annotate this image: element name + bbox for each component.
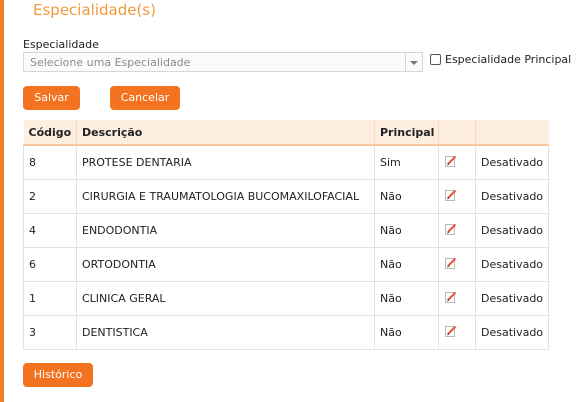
edit-icon[interactable] xyxy=(444,256,458,273)
cell-descricao: ORTODONTIA xyxy=(76,247,375,282)
edit-icon[interactable] xyxy=(444,290,458,307)
cell-principal: Não xyxy=(374,281,439,316)
cell-descricao: CLINICA GERAL xyxy=(76,281,375,316)
table-body: 8 PROTESE DENTARIA Sim Desativado 2 CIRURGIA … xyxy=(23,145,549,350)
section-title: Especialidade(s) xyxy=(33,1,156,19)
cell-codigo: 4 xyxy=(23,213,77,248)
cell-codigo: 2 xyxy=(23,179,77,214)
especialidade-select[interactable]: Selecione uma Especialidade xyxy=(23,52,423,72)
cell-principal: Não xyxy=(374,247,439,282)
history-button[interactable]: Histórico xyxy=(23,363,93,387)
cell-edit xyxy=(438,247,476,282)
header-principal[interactable]: Principal xyxy=(374,120,439,146)
cell-edit xyxy=(438,145,476,180)
cell-status[interactable]: Desativado xyxy=(475,179,549,214)
cell-status[interactable]: Desativado xyxy=(475,247,549,282)
cell-edit xyxy=(438,281,476,316)
principal-label: Especialidade Principal xyxy=(445,53,572,66)
header-edit xyxy=(438,120,476,146)
table-row: 2 CIRURGIA E TRAUMATOLOGIA BUCOMAXILOFACI… xyxy=(23,179,549,214)
cell-codigo: 1 xyxy=(23,281,77,316)
cancel-button[interactable]: Cancelar xyxy=(110,86,180,110)
cell-descricao: DENTISTICA xyxy=(76,315,375,350)
table-row: 1 CLINICA GERAL Não Desativado xyxy=(23,281,549,316)
edit-icon[interactable] xyxy=(444,324,458,341)
chevron-down-icon[interactable] xyxy=(405,53,422,71)
table-row: 6 ORTODONTIA Não Desativado xyxy=(23,247,549,282)
table-row: 8 PROTESE DENTARIA Sim Desativado xyxy=(23,145,549,180)
table-row: 3 DENTISTICA Não Desativado xyxy=(23,315,549,350)
edit-icon[interactable] xyxy=(444,188,458,205)
table-row: 4 ENDODONTIA Não Desativado xyxy=(23,213,549,248)
select-placeholder: Selecione uma Especialidade xyxy=(30,56,191,69)
cell-status[interactable]: Desativado xyxy=(475,213,549,248)
cell-codigo: 3 xyxy=(23,315,77,350)
edit-icon[interactable] xyxy=(444,154,458,171)
cell-edit xyxy=(438,179,476,214)
cell-edit xyxy=(438,213,476,248)
table-header-row: Código Descrição Principal xyxy=(23,120,549,146)
cell-status[interactable]: Desativado xyxy=(475,145,549,180)
cell-status[interactable]: Desativado xyxy=(475,281,549,316)
cell-principal: Sim xyxy=(374,145,439,180)
cell-codigo: 6 xyxy=(23,247,77,282)
save-button[interactable]: Salvar xyxy=(23,86,80,110)
cell-descricao: PROTESE DENTARIA xyxy=(76,145,375,180)
header-descricao[interactable]: Descrição xyxy=(76,120,375,146)
cell-principal: Não xyxy=(374,213,439,248)
edit-icon[interactable] xyxy=(444,222,458,239)
cell-status[interactable]: Desativado xyxy=(475,315,549,350)
header-status xyxy=(475,120,549,146)
especialidade-label: Especialidade xyxy=(23,38,99,51)
cell-descricao: CIRURGIA E TRAUMATOLOGIA BUCOMAXILOFACIA… xyxy=(76,179,375,214)
header-codigo[interactable]: Código xyxy=(23,120,77,146)
cell-edit xyxy=(438,315,476,350)
cell-principal: Não xyxy=(374,315,439,350)
principal-checkbox[interactable] xyxy=(430,54,441,65)
cell-principal: Não xyxy=(374,179,439,214)
principal-option[interactable]: Especialidade Principal xyxy=(430,53,571,66)
cell-descricao: ENDODONTIA xyxy=(76,213,375,248)
cell-codigo: 8 xyxy=(23,145,77,180)
especialidades-table: Código Descrição Principal 8 PROTESE DENT… xyxy=(23,120,549,350)
left-accent-bar xyxy=(0,0,4,402)
